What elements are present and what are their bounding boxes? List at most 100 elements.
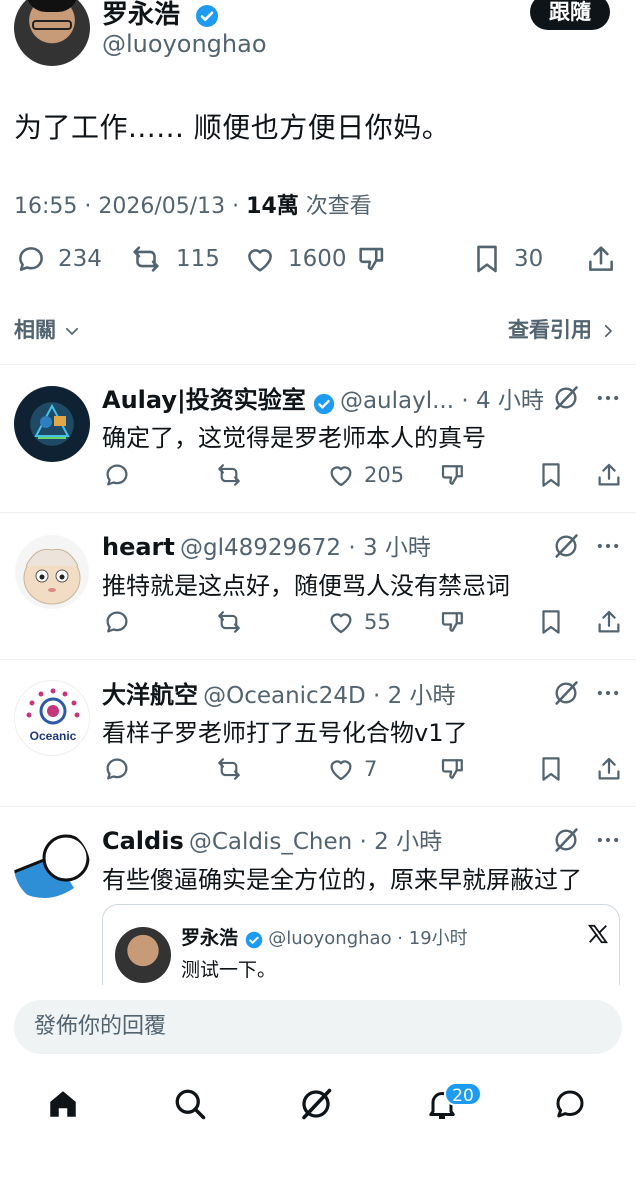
divider [0,659,636,660]
reply-icon[interactable] [102,754,132,784]
reply-text: 看样子罗老师打了五号化合物v1了 [102,719,468,747]
quoted-author-name: 罗永浩 [181,927,239,949]
verified-badge-icon [195,4,219,28]
home-icon[interactable] [46,1086,80,1122]
x-logo-icon [587,923,609,945]
view-count: 14萬 [246,194,299,219]
verified-badge-icon [313,393,335,415]
like-action[interactable]: 55 [326,607,391,637]
related-dropdown[interactable]: 相關 [14,314,81,344]
bookmark-action[interactable]: 30 [470,242,543,276]
reply-action[interactable]: 234 [14,242,102,276]
tweet-timestamp[interactable]: 16:55 · 2026/05/13 · [14,194,246,219]
quoted-header: 罗永浩 @luoyonghao · 19小时 [181,923,468,950]
retweet-icon[interactable] [212,607,246,637]
bookmark-icon [470,242,504,276]
quoted-avatar [115,927,171,983]
like-action[interactable]: 205 [326,460,404,490]
view-label: 次查看 [298,194,372,219]
bookmark-icon[interactable] [536,607,566,637]
heart-icon [242,242,278,276]
dislike-icon [354,242,390,276]
notifications-badge: 20 [444,1082,482,1106]
like-count: 1600 [288,246,347,272]
tweet-meta: 16:55 · 2026/05/13 · 14萬 次查看 [14,188,372,220]
grok-icon[interactable] [552,384,580,412]
reply-avatar[interactable]: Oceanic [14,680,90,756]
chevron-down-icon [63,322,81,340]
reply-icon[interactable] [102,607,132,637]
like-count: 7 [364,757,378,781]
author-handle[interactable]: @luoyonghao [102,30,267,58]
author-name-text: 罗永浩 [102,0,181,30]
verified-badge-icon [245,931,263,949]
divider [0,512,636,513]
reply-handle-time: @gl48929672 · 3 小時 [179,535,431,561]
reply-header: 大洋航空 @Oceanic24D · 2 小時 [102,675,622,710]
bookmark-icon[interactable] [536,754,566,784]
bookmark-icon[interactable] [536,460,566,490]
like-count: 55 [364,610,391,634]
share-icon [584,242,618,276]
reply-header: Aulay|投资实验室 @aulayl... · 4 小時 [102,380,622,415]
reply-avatar[interactable] [14,828,90,904]
view-quotes-link[interactable]: 查看引用 [508,314,617,344]
dislike-action[interactable] [354,242,390,276]
reply-count: 234 [58,246,102,272]
reply-handle-time: @Oceanic24D · 2 小時 [203,683,456,709]
quoted-handle-time: @luoyonghao · 19小时 [268,928,468,949]
reply-text: 推特就是这点好，随便骂人没有禁忌词 [102,572,510,600]
reply-input[interactable]: 發佈你的回覆 [14,1000,622,1054]
avatar-logo-text: Oceanic [29,729,77,743]
dislike-icon[interactable] [438,754,468,784]
share-icon[interactable] [594,607,624,637]
quoted-text: 测试一下。 [181,959,277,981]
more-options-icon[interactable] [594,679,622,707]
grok-icon[interactable] [552,826,580,854]
quotes-label: 查看引用 [508,318,592,342]
reply-avatar[interactable] [14,534,90,610]
reply-handle-time: @Caldis_Chen · 2 小時 [188,829,443,855]
share-action[interactable] [584,242,618,276]
reply-text: 确定了，这觉得是罗老师本人的真号 [102,424,486,452]
like-action[interactable]: 1600 [242,242,347,276]
grok-icon[interactable] [552,532,580,560]
dislike-icon[interactable] [438,460,468,490]
divider [0,364,636,365]
reply-author-name[interactable]: Caldis [102,827,184,855]
tweet-text: 为了工作...... 顺便也方便日你妈。 [14,111,451,144]
messages-icon[interactable] [552,1086,588,1122]
retweet-icon[interactable] [212,460,246,490]
grok-icon[interactable] [298,1086,334,1122]
reply-author-name[interactable]: heart [102,533,175,561]
follow-button[interactable]: 跟隨 [530,0,610,30]
more-options-icon[interactable] [594,384,622,412]
retweet-action[interactable]: 115 [126,242,220,276]
reply-header: Caldis @Caldis_Chen · 2 小時 [102,822,622,856]
reply-icon [14,242,48,276]
retweet-icon[interactable] [212,754,246,784]
more-options-icon[interactable] [594,826,622,854]
retweet-count: 115 [176,246,220,272]
reply-author-name[interactable]: 大洋航空 [102,681,198,709]
dislike-icon[interactable] [438,607,468,637]
author-avatar[interactable] [14,0,90,66]
bookmark-count: 30 [514,246,544,272]
search-icon[interactable] [172,1086,208,1122]
reply-author-name[interactable]: Aulay|投资实验室 [102,386,306,414]
author-name[interactable]: 罗永浩 [102,0,219,31]
retweet-icon [126,242,166,276]
reply-handle-time: @aulayl... · 4 小時 [339,388,544,414]
share-icon[interactable] [594,754,624,784]
reply-header: heart @gl48929672 · 3 小時 [102,528,622,562]
divider [0,806,636,807]
reply-icon[interactable] [102,460,132,490]
reply-text: 有些傻逼确实是全方位的，原来早就屏蔽过了 [102,866,582,894]
related-label: 相關 [14,318,56,342]
more-options-icon[interactable] [594,532,622,560]
chevron-right-icon [599,322,617,340]
share-icon[interactable] [594,460,624,490]
like-action[interactable]: 7 [326,754,377,784]
reply-avatar[interactable] [14,386,90,462]
grok-icon[interactable] [552,679,580,707]
